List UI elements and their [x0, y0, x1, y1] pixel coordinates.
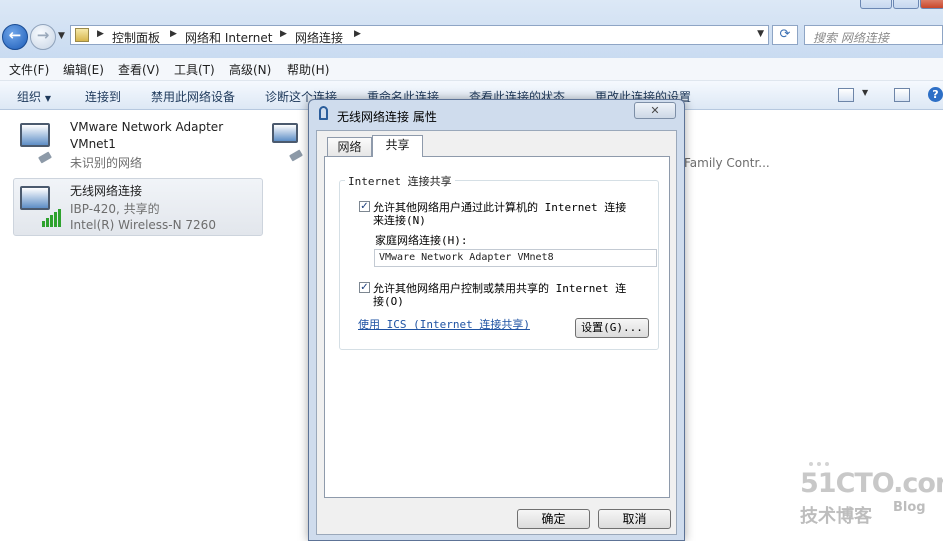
cancel-button[interactable]: 取消: [598, 509, 671, 529]
help-icon[interactable]: ?: [928, 87, 943, 102]
group-label: Internet 连接共享: [345, 173, 455, 189]
adapter-name: VMware Network Adapter: [70, 120, 224, 134]
partial-adapter-text: Family Contr...: [684, 156, 770, 170]
adapter-device: Intel(R) Wireless-N 7260: [70, 218, 216, 232]
refresh-icon: ⟳: [779, 27, 791, 42]
control-panel-icon: [75, 28, 89, 42]
adapter-status: IBP-420, 共享的: [70, 202, 160, 216]
signal-strength-icon: [42, 209, 62, 227]
breadcrumb-control-panel[interactable]: 控制面板: [112, 29, 160, 46]
back-button[interactable]: ←: [2, 24, 28, 50]
forward-arrow-icon: →: [36, 26, 50, 44]
preview-pane-icon[interactable]: [894, 88, 910, 102]
adapter-name-line2: VMnet1: [70, 137, 116, 151]
menu-file[interactable]: 文件(F): [9, 61, 49, 78]
cable-icon: [289, 149, 303, 162]
breadcrumb-separator-icon[interactable]: ▶: [170, 29, 177, 39]
breadcrumb-network-internet[interactable]: 网络和 Internet: [185, 29, 272, 46]
breadcrumb-separator-icon[interactable]: ▶: [97, 29, 104, 39]
address-dropdown-icon[interactable]: ▼: [757, 29, 764, 39]
dialog-body: 网络 共享 Internet 连接共享 ✓ 允许其他网络用户通过此计算机的 In…: [316, 130, 677, 535]
chevron-down-icon[interactable]: ▼: [862, 88, 868, 97]
refresh-button[interactable]: ⟳: [772, 25, 798, 45]
watermark-dot: [825, 462, 829, 466]
menu-tools[interactable]: 工具(T): [174, 61, 215, 78]
tab-sharing[interactable]: 共享: [372, 135, 423, 157]
home-network-value: VMware Network Adapter VMnet8: [379, 252, 554, 263]
allow-control-label[interactable]: 允许其他网络用户控制或禁用共享的 Internet 连: [373, 280, 626, 296]
home-network-label: 家庭网络连接(H):: [375, 234, 468, 247]
network-adapter-icon: [272, 123, 298, 143]
menu-view[interactable]: 查看(V): [118, 61, 160, 78]
sharing-tab-panel: Internet 连接共享 ✓ 允许其他网络用户通过此计算机的 Internet…: [324, 156, 670, 498]
dialog-close-button[interactable]: ✕: [634, 102, 676, 119]
watermark: 51CTO.com 技术博客 Blog: [795, 462, 943, 541]
dialog-title: 无线网络连接 属性: [337, 110, 437, 124]
tab-network[interactable]: 网络: [327, 137, 372, 157]
allow-control-label-line2[interactable]: 接(O): [373, 293, 404, 309]
breadcrumb-network-connections[interactable]: 网络连接: [295, 29, 343, 46]
search-placeholder: 搜索 网络连接: [813, 31, 889, 45]
network-adapter-icon: [20, 186, 50, 210]
home-network-field[interactable]: VMware Network Adapter VMnet8: [374, 249, 657, 267]
address-input[interactable]: ▶ 控制面板 ▶ 网络和 Internet ▶ 网络连接 ▶ ▼: [70, 25, 769, 45]
menu-bar: 文件(F) 编辑(E) 查看(V) 工具(T) 高级(N) 帮助(H): [0, 58, 943, 81]
properties-dialog: 无线网络连接 属性 ✕ 网络 共享 Internet 连接共享 ✓ 允许其他网络…: [308, 99, 685, 541]
dialog-titlebar[interactable]: 无线网络连接 属性 ✕: [309, 100, 684, 130]
view-mode-icon[interactable]: [838, 88, 854, 102]
adapter-wireless[interactable]: 无线网络连接 IBP-420, 共享的 Intel(R) Wireless-N …: [13, 178, 263, 236]
ics-help-link[interactable]: 使用 ICS (Internet 连接共享): [358, 316, 530, 332]
wireless-icon: [319, 106, 328, 120]
menu-advanced[interactable]: 高级(N): [229, 61, 271, 78]
maximize-button[interactable]: [893, 0, 919, 9]
adapter-vmnet8[interactable]: [270, 116, 310, 174]
close-icon: ✕: [650, 104, 660, 117]
address-bar-area: ← → ▼ ▶ 控制面板 ▶ 网络和 Internet ▶ 网络连接 ▶ ▼ ⟳…: [0, 0, 943, 58]
minimize-button[interactable]: [860, 0, 892, 9]
menu-edit[interactable]: 编辑(E): [63, 61, 104, 78]
allow-control-checkbox[interactable]: ✓: [359, 282, 370, 293]
watermark-subtitle: 技术博客: [800, 506, 872, 527]
settings-button[interactable]: 设置(G)...: [575, 318, 649, 338]
recent-pages-dropdown-icon[interactable]: ▼: [58, 31, 65, 41]
network-adapter-icon: [20, 123, 50, 147]
breadcrumb-separator-icon[interactable]: ▶: [280, 29, 287, 39]
organize-label: 组织: [17, 90, 42, 104]
breadcrumb-separator-icon[interactable]: ▶: [354, 29, 361, 39]
forward-button[interactable]: →: [30, 24, 56, 50]
allow-connect-label-line2[interactable]: 来连接(N): [373, 212, 426, 228]
disable-device-button[interactable]: 禁用此网络设备: [151, 88, 235, 105]
adapter-vmnet1[interactable]: VMware Network Adapter VMnet1 未识别的网络: [14, 116, 264, 174]
cable-icon: [38, 151, 52, 164]
connect-to-button[interactable]: 连接到: [85, 88, 121, 105]
watermark-dot: [817, 462, 821, 466]
back-arrow-icon: ←: [8, 26, 22, 44]
search-input[interactable]: 搜索 网络连接: [804, 25, 943, 45]
ok-button[interactable]: 确定: [517, 509, 590, 529]
organize-button[interactable]: 组织 ▼: [17, 88, 51, 105]
adapter-name: 无线网络连接: [70, 184, 143, 198]
watermark-dot: [809, 462, 813, 466]
close-window-button[interactable]: [920, 0, 943, 9]
chevron-down-icon: ▼: [44, 94, 51, 103]
adapter-status: 未识别的网络: [70, 156, 143, 170]
watermark-blog: Blog: [893, 500, 926, 515]
watermark-logo: 51CTO.com: [800, 468, 943, 499]
menu-help[interactable]: 帮助(H): [287, 61, 329, 78]
allow-connect-checkbox[interactable]: ✓: [359, 201, 370, 212]
